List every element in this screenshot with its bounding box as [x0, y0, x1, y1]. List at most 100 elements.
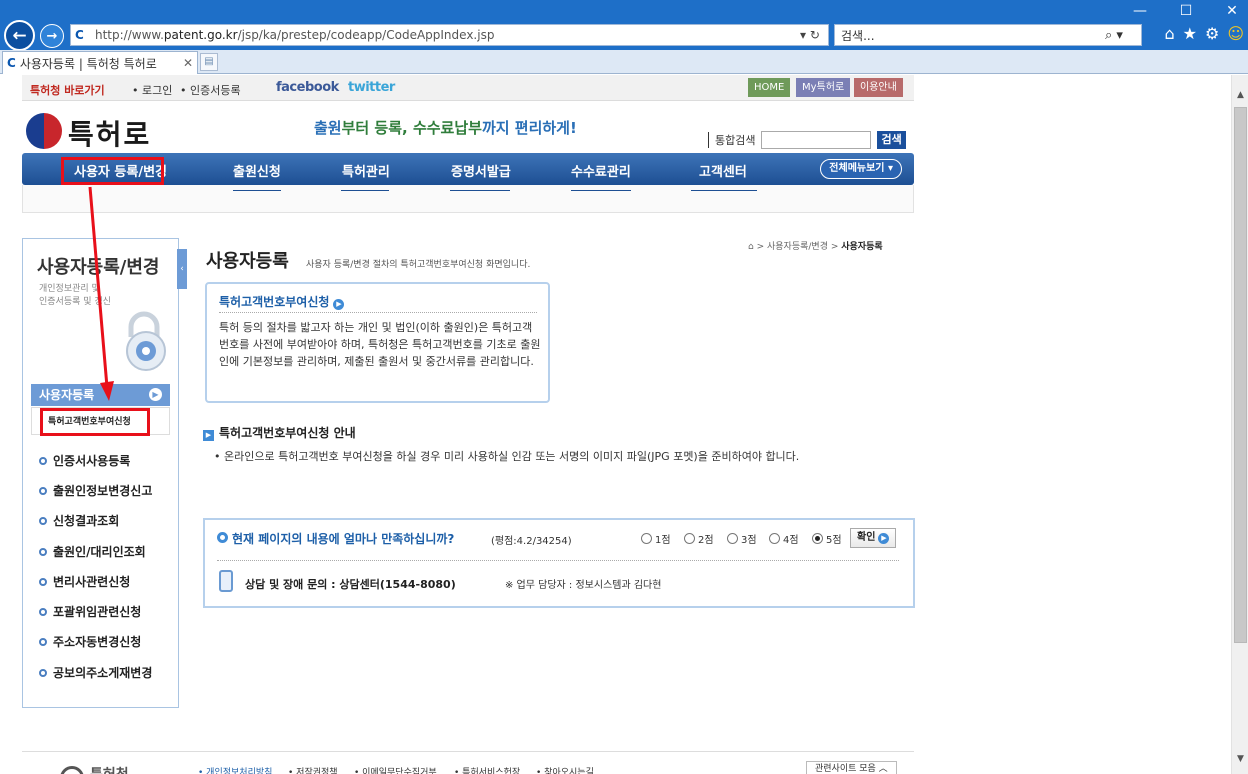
rating-option-1[interactable]: 1점 [641, 531, 671, 546]
total-search: 통합검색 검색 [708, 131, 906, 149]
info-box-body: 특허 등의 절차를 밟고자 하는 개인 및 법인(이하 출원인)은 특허고객번호… [219, 321, 541, 368]
url-prefix: http://www. [95, 28, 164, 42]
rating-option-5[interactable]: 5점 [812, 531, 842, 546]
minimize-button[interactable]: — [1130, 2, 1150, 20]
radio-button[interactable] [769, 533, 780, 544]
footer-link-charter[interactable]: • 특허서비스헌장 [454, 765, 520, 774]
search-icon[interactable]: ⌕ ▾ [1105, 28, 1141, 43]
gnb-customer-center[interactable]: 고객센터 [699, 161, 747, 180]
rating-label: 4점 [783, 535, 799, 546]
address-bar[interactable]: C http://www.patent.go.kr/jsp/ka/prestep… [70, 24, 829, 46]
rating-option-2[interactable]: 2점 [684, 531, 714, 546]
rating-option-4[interactable]: 4점 [769, 531, 799, 546]
arrow-right-icon: ▶ [203, 430, 214, 441]
tab-title: 사용자등록 | 특허청 특허로 [19, 56, 157, 71]
survey-question-text: 현재 페이지의 내용에 얼마나 만족하십니까? [232, 532, 455, 546]
tools-gear-icon[interactable]: ⚙ [1205, 24, 1219, 43]
url-text[interactable]: http://www.patent.go.kr/jsp/ka/prestep/c… [91, 28, 792, 42]
radio-button[interactable] [684, 533, 695, 544]
gnb-underline [233, 190, 281, 191]
vertical-scrollbar[interactable]: ▲ ▼ [1231, 75, 1248, 774]
arrow-right-icon: ▶ [878, 533, 890, 544]
forward-button[interactable]: → [40, 24, 64, 48]
home-icon[interactable]: ⌂ [748, 242, 757, 252]
browser-titlebar: — ☐ ✕ ← → C http://www.patent.go.kr/jsp/… [0, 0, 1248, 52]
rating-label: 3점 [741, 535, 757, 546]
footer: 특허청 • 개인정보처리방침 • 저작권정책 • 이메일무단수집거부 • 특허서… [22, 751, 914, 774]
rating-option-3[interactable]: 3점 [727, 531, 757, 546]
footer-link-privacy[interactable]: • 개인정보처리방침 [198, 765, 272, 774]
survey-confirm-button[interactable]: 확인 ▶ [850, 528, 897, 548]
left-nav-item[interactable]: 공보의주소게재변경 [39, 663, 152, 683]
facebook-link[interactable]: facebook [276, 80, 339, 95]
radio-button[interactable] [641, 533, 652, 544]
browser-toolbar-icons: ⌂ ★ ⚙ ☺ [1164, 24, 1244, 43]
gnb-certificate[interactable]: 증명서발급 [451, 161, 511, 180]
gnb-patent-management[interactable]: 특허관리 [342, 161, 390, 180]
maximize-button[interactable]: ☐ [1176, 2, 1196, 20]
breadcrumb-path[interactable]: > 사용자등록/변경 > [757, 242, 839, 252]
related-sites-dropdown[interactable]: 관련사이트 모음 ︿ [806, 761, 897, 774]
left-nav-item[interactable]: 변리사관련신청 [39, 572, 130, 592]
rating-label: 2점 [698, 535, 714, 546]
footer-link-directions[interactable]: • 찾아오시는길 [536, 765, 594, 774]
footer-logo-icon [60, 766, 84, 774]
scroll-up-icon[interactable]: ▲ [1232, 87, 1248, 104]
address-controls[interactable]: ▾ ↻ [792, 28, 828, 42]
guide-title-text: 특허고객번호부여신청 안내 [219, 426, 356, 440]
window-controls: — ☐ ✕ [1130, 2, 1242, 20]
left-nav-item[interactable]: 출원인정보변경신고 [39, 481, 152, 501]
gnb-fee-management[interactable]: 수수료관리 [571, 161, 631, 180]
tab-close-icon[interactable]: ✕ [183, 56, 197, 70]
home-button[interactable]: HOME [748, 78, 791, 97]
bullet-icon [39, 669, 47, 677]
phone-icon [219, 570, 233, 592]
footer-link-email[interactable]: • 이메일무단수집거부 [354, 765, 437, 774]
home-icon[interactable]: ⌂ [1164, 24, 1174, 43]
satisfaction-survey: 현재 페이지의 내용에 얼마나 만족하십니까? (평점:4.2/34254) 1… [203, 518, 915, 608]
scroll-thumb[interactable] [1234, 107, 1247, 643]
left-nav-item[interactable]: 출원인/대리인조회 [39, 542, 146, 562]
left-nav-item-label: 출원인정보변경신고 [53, 484, 153, 498]
gnb-underline [691, 190, 757, 191]
bullet-icon [39, 457, 47, 465]
radio-button[interactable] [727, 533, 738, 544]
bullet-icon [39, 487, 47, 495]
survey-confirm-label: 확인 [857, 532, 876, 543]
total-search-input[interactable] [761, 131, 872, 149]
gnb-application[interactable]: 출원신청 [233, 161, 281, 180]
info-box-title: 특허고객번호부여신청 ▶ [219, 293, 345, 310]
left-nav-item-label: 인증서사용등록 [53, 454, 131, 468]
left-nav-item[interactable]: 인증서사용등록 [39, 451, 130, 471]
gnb-underline [341, 190, 389, 191]
footer-link-copyright[interactable]: • 저작권정책 [288, 765, 338, 774]
close-window-button[interactable]: ✕ [1222, 2, 1242, 20]
url-domain: patent.go.kr [163, 28, 238, 42]
left-nav-item[interactable]: 포괄위임관련신청 [39, 602, 141, 622]
divider [217, 560, 899, 561]
breadcrumb-current: 사용자등록 [841, 242, 883, 252]
guide-button[interactable]: 이용안내 [854, 78, 903, 97]
tab-bar: C 사용자등록 | 특허청 특허로 ✕ ▤ [0, 50, 1248, 74]
survey-average: (평점:4.2/34254) [491, 536, 572, 547]
info-box-title-text: 특허고객번호부여신청 [219, 295, 330, 309]
new-tab-button[interactable]: ▤ [200, 53, 218, 71]
total-search-button[interactable]: 검색 [877, 131, 906, 149]
twitter-link[interactable]: twitter [348, 80, 395, 95]
back-button[interactable]: ← [4, 20, 35, 51]
scroll-down-icon[interactable]: ▼ [1232, 751, 1248, 768]
annotation-arrow [88, 186, 114, 401]
radio-button-selected[interactable] [812, 533, 823, 544]
favorites-star-icon[interactable]: ★ [1183, 24, 1197, 43]
rating-label: 1점 [655, 535, 671, 546]
all-menu-button[interactable]: 전체메뉴보기 ▾ [820, 159, 902, 179]
divider [219, 312, 537, 313]
url-path: /jsp/ka/prestep/codeapp/CodeAppIndex.jsp [237, 28, 495, 42]
tab-active[interactable]: C 사용자등록 | 특허청 특허로 ✕ [2, 51, 198, 74]
gnb-underline [571, 190, 631, 191]
browser-search-box[interactable]: 검색... ⌕ ▾ [834, 24, 1142, 46]
my-patent-button[interactable]: My특허로 [796, 78, 851, 97]
left-nav-item[interactable]: 신청결과조회 [39, 511, 119, 531]
left-nav-item[interactable]: 주소자동변경신청 [39, 632, 141, 652]
feedback-smiley-icon[interactable]: ☺ [1227, 24, 1244, 43]
